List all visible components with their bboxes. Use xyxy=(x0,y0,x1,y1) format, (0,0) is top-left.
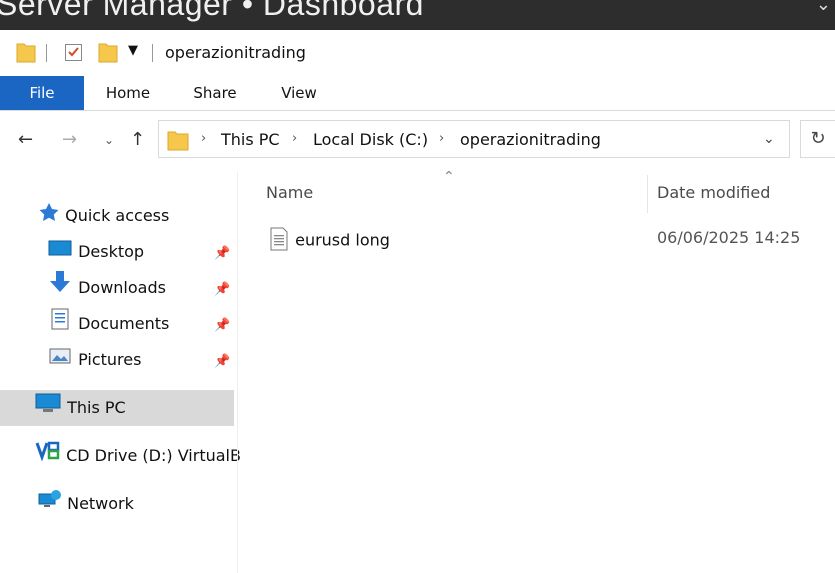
nav-item-documents[interactable]: Documents xyxy=(47,306,237,342)
file-name: eurusd long xyxy=(295,230,390,250)
download-arrow-icon xyxy=(47,270,73,307)
pin-icon[interactable]: 📌 xyxy=(214,282,230,297)
background-window-title: Server Manager • Dashboard xyxy=(0,0,424,22)
toolbar-separator xyxy=(152,44,153,62)
nav-item-desktop[interactable]: Desktop xyxy=(47,234,237,270)
nav-item-network[interactable]: Network xyxy=(36,486,134,522)
breadcrumb-separator-icon[interactable]: › xyxy=(201,131,206,146)
nav-quick-access[interactable]: Quick access xyxy=(38,198,169,234)
nav-item-downloads[interactable]: Downloads xyxy=(47,270,237,306)
column-separator[interactable] xyxy=(647,175,648,213)
nav-label: Downloads xyxy=(78,278,166,297)
pictures-icon xyxy=(47,343,73,379)
quick-access-toolbar: ▼ operazionitrading xyxy=(0,30,835,76)
sort-ascending-icon: ⌃ xyxy=(443,169,455,185)
nav-label: Documents xyxy=(78,314,170,333)
new-folder-icon[interactable] xyxy=(98,41,118,67)
address-bar[interactable]: › This PC › Local Disk (C:) › operazioni… xyxy=(158,120,790,158)
pin-icon[interactable]: 📌 xyxy=(214,354,230,369)
nav-label: This PC xyxy=(67,398,126,417)
tab-view[interactable]: View xyxy=(268,76,330,110)
customize-toolbar-dropdown-icon[interactable]: ▼ xyxy=(128,43,138,58)
folder-icon[interactable] xyxy=(16,41,36,67)
file-row[interactable]: eurusd long xyxy=(268,227,390,255)
chevron-down-icon[interactable]: ⌄ xyxy=(816,0,831,15)
recent-locations-chevron-icon[interactable]: ⌄ xyxy=(104,133,114,147)
breadcrumb-local-disk[interactable]: Local Disk (C:) xyxy=(313,130,428,149)
nav-label: Quick access xyxy=(65,206,170,225)
file-list: ⌃ Name Date modified eurusd long 06/06/2… xyxy=(238,169,835,573)
breadcrumb-this-pc[interactable]: This PC xyxy=(221,130,280,149)
window-folder-title: operazionitrading xyxy=(165,43,306,62)
up-arrow-icon[interactable]: ↑ xyxy=(130,129,145,150)
properties-checkmark-icon[interactable] xyxy=(64,41,84,67)
back-arrow-icon[interactable]: ← xyxy=(18,129,33,150)
nav-label: Network xyxy=(67,494,134,513)
toolbar-separator xyxy=(46,44,47,62)
navigation-pane: Quick access Desktop 📌 Downloads 📌 Docum… xyxy=(0,171,241,573)
nav-item-this-pc[interactable]: This PC xyxy=(0,390,234,426)
documents-icon xyxy=(47,307,73,343)
tab-home[interactable]: Home xyxy=(96,76,160,110)
pin-icon[interactable]: 📌 xyxy=(214,246,230,261)
network-icon xyxy=(36,487,62,523)
nav-item-cd-drive[interactable]: CD Drive (D:) VirtualB xyxy=(35,438,241,474)
nav-label: Desktop xyxy=(78,242,145,261)
refresh-icon[interactable]: ↻ xyxy=(800,120,835,158)
computer-icon xyxy=(34,391,62,427)
forward-arrow-icon[interactable]: → xyxy=(62,129,77,150)
desktop-icon xyxy=(47,235,73,271)
text-file-icon xyxy=(268,227,290,255)
ribbon-tabs: File Home Share View xyxy=(0,76,835,111)
breadcrumb-current-folder[interactable]: operazionitrading xyxy=(460,130,601,149)
nav-item-pictures[interactable]: Pictures xyxy=(47,342,237,378)
tab-share[interactable]: Share xyxy=(182,76,248,110)
address-history-chevron-icon[interactable]: ⌄ xyxy=(763,131,775,147)
file-date-modified: 06/06/2025 14:25 xyxy=(657,228,801,247)
address-row: ← → ⌄ ↑ › This PC › Local Disk (C:) › op… xyxy=(0,111,835,171)
nav-label: CD Drive (D:) VirtualB xyxy=(66,446,241,465)
star-icon xyxy=(38,199,60,235)
column-header-date-modified[interactable]: Date modified xyxy=(657,183,770,202)
breadcrumb-separator-icon[interactable]: › xyxy=(292,131,297,146)
nav-label: Pictures xyxy=(78,350,142,369)
column-header-name[interactable]: Name xyxy=(266,183,313,202)
breadcrumb-separator-icon[interactable]: › xyxy=(439,131,444,146)
folder-icon xyxy=(167,129,189,155)
background-window-title-bar: Server Manager • Dashboard ⌄ xyxy=(0,0,835,30)
tab-file[interactable]: File xyxy=(0,76,84,110)
pin-icon[interactable]: 📌 xyxy=(214,318,230,333)
virtualbox-cd-icon xyxy=(35,439,61,475)
